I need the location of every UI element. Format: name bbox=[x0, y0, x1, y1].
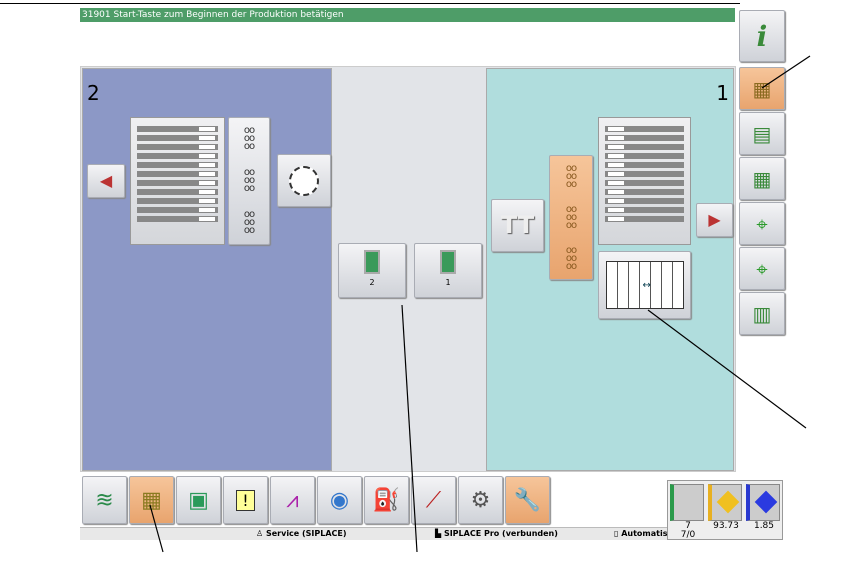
callout-lines bbox=[149, 55, 811, 553]
